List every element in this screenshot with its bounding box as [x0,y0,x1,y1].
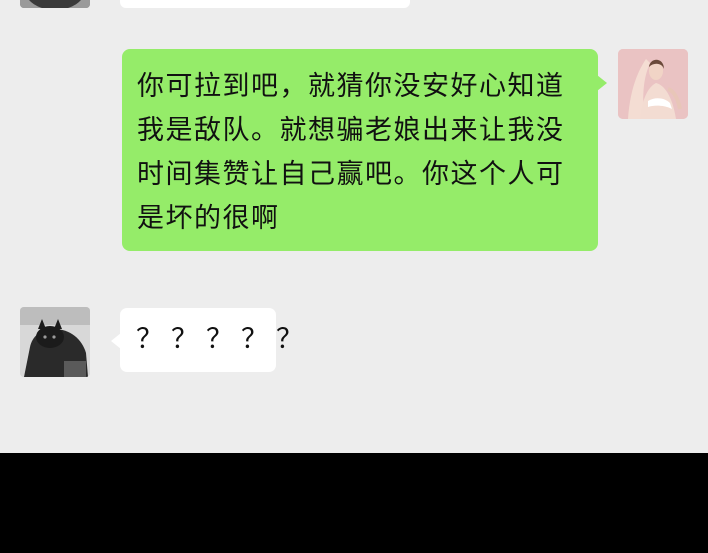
message-text: ？？？？？ [136,324,311,355]
my-avatar[interactable] [618,49,688,119]
contact-avatar[interactable] [20,0,90,8]
bottom-bar [0,453,708,553]
message-bubble-outgoing[interactable]: 你可拉到吧，就猜你没安好心知道我是敌队。就想骗老娘出来让我没时间集赞让自己赢吧。… [122,49,607,251]
message-text: 你可拉到吧，就猜你没安好心知道我是敌队。就想骗老娘出来让我没时间集赞让自己赢吧。… [137,71,565,234]
message-bubble-incoming[interactable] [120,0,410,8]
woman-photo-avatar-icon [618,49,688,119]
chat-panel: 你可拉到吧，就猜你没安好心知道我是敌队。就想骗老娘出来让我没时间集赞让自己赢吧。… [0,0,708,453]
contact-avatar[interactable] [20,307,90,377]
black-cat-photo-avatar-icon [20,307,90,377]
message-bubble-incoming[interactable]: ？？？？？ [111,308,311,372]
